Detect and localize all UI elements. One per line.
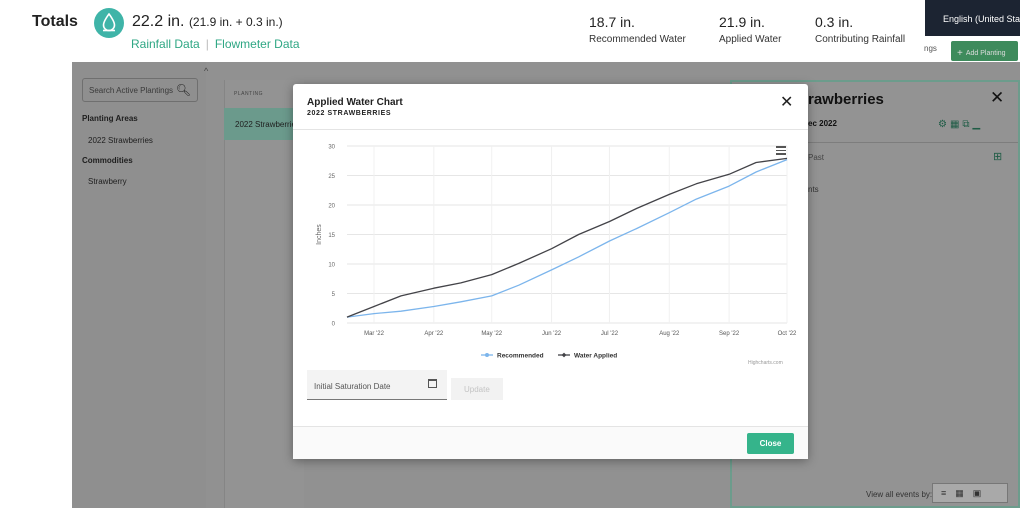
total-value: 22.2 in. xyxy=(132,13,185,30)
y-tick-label: 10 xyxy=(328,263,335,269)
modal-divider xyxy=(293,129,808,130)
total-breakdown: (21.9 in. + 0.3 in.) xyxy=(188,15,283,29)
modal-subtitle: 2022 STRAWBERRIES xyxy=(307,110,392,117)
y-tick-label: 5 xyxy=(332,292,336,298)
add-planting-label: Add Planting xyxy=(965,50,1006,57)
commodities-heading: Commodities xyxy=(82,156,133,165)
y-axis-label: Inches xyxy=(316,224,323,245)
search-plantings-input[interactable]: Search Active Plantings 🔍︎ xyxy=(82,78,198,102)
x-tick-label: Apr '22 xyxy=(424,331,443,337)
flowmeter-data-link[interactable]: Flowmeter Data xyxy=(215,37,300,51)
x-tick-label: Oct '22 xyxy=(778,331,797,337)
stat-value: 0.3 in. xyxy=(815,14,854,30)
legend-marker xyxy=(485,353,489,357)
x-tick-label: Sep '22 xyxy=(719,331,740,337)
recommended-water-stat: 18.7 in. Recommended Water xyxy=(589,14,686,45)
y-tick-label: 0 xyxy=(332,322,336,328)
stat-label: Recommended Water xyxy=(589,34,686,45)
panel-close-icon[interactable]: ✕ xyxy=(990,88,1004,108)
panel-subtitle: ec 2022 xyxy=(808,119,837,128)
x-tick-label: Aug '22 xyxy=(659,331,680,337)
panel-past-label: Past xyxy=(808,153,825,162)
chart-menu-icon[interactable] xyxy=(776,146,786,155)
legend-label: Water Applied xyxy=(574,353,617,360)
view-mode-buttons[interactable]: ≡▦▣ xyxy=(932,483,1008,503)
x-tick-label: Mar '22 xyxy=(364,331,384,337)
water-drop-icon xyxy=(94,8,124,38)
saturation-placeholder: Initial Saturation Date xyxy=(314,382,391,391)
total-water: 22.2 in. (21.9 in. + 0.3 in.) xyxy=(132,13,283,31)
rainfall-data-link[interactable]: Rainfall Data xyxy=(131,37,200,51)
planting-areas-heading: Planting Areas xyxy=(82,114,138,123)
search-placeholder: Search Active Plantings xyxy=(89,86,174,95)
totals-bar: Totals 22.2 in. (21.9 in. + 0.3 in.) Rai… xyxy=(0,0,1020,62)
add-planting-button[interactable]: + Add Planting xyxy=(951,41,1018,61)
settings-fragment: ngs xyxy=(924,44,937,53)
close-button[interactable]: Close xyxy=(747,433,794,454)
collapse-caret-icon: ^ xyxy=(204,66,209,76)
table-header-planting: PLANTING xyxy=(234,91,264,97)
initial-saturation-date-input[interactable]: Initial Saturation Date xyxy=(307,370,447,400)
x-tick-label: May '22 xyxy=(481,331,502,337)
applied-water-chart: 0 5 10 15 20 25 30 Mar '22 Apr '22 May '22 Jun '22… xyxy=(316,145,797,360)
data-links: Rainfall Data | Flowmeter Data xyxy=(131,37,300,51)
update-button[interactable]: Update xyxy=(451,378,503,400)
y-tick-label: 25 xyxy=(328,174,335,180)
stat-value: 18.7 in. xyxy=(589,14,635,30)
search-icon: 🔍︎ xyxy=(175,83,191,97)
modal-footer xyxy=(293,427,808,459)
y-tick-label: 30 xyxy=(328,145,335,151)
panel-toolbar-icons[interactable]: ⚙▦⧉▁ xyxy=(938,119,983,130)
y-tick-label: 20 xyxy=(328,204,335,210)
plantings-table xyxy=(224,80,304,508)
y-tick-label: 15 xyxy=(328,233,335,239)
language-selector[interactable]: English (United States) xyxy=(925,0,1020,36)
sidebar-item-strawberry[interactable]: Strawberry xyxy=(88,177,127,186)
calendar-add-icon[interactable]: ⊞ xyxy=(993,150,1002,163)
x-tick-label: Jul '22 xyxy=(601,331,619,337)
link-separator: | xyxy=(205,37,209,51)
plus-icon: + xyxy=(957,48,963,59)
chart-credit[interactable]: Highcharts.com xyxy=(748,360,783,366)
sidebar xyxy=(72,62,206,508)
stat-label: Applied Water xyxy=(719,34,782,45)
table-row[interactable]: 2022 Strawberries xyxy=(224,108,304,140)
applied-water-stat: 21.9 in. Applied Water xyxy=(719,14,781,45)
contributing-rainfall-stat: 0.3 in. Contributing Rainfall xyxy=(815,14,905,45)
legend-label: Recommended xyxy=(497,353,544,360)
stat-value: 21.9 in. xyxy=(719,14,765,30)
sidebar-item-2022-strawberries[interactable]: 2022 Strawberries xyxy=(88,136,153,145)
applied-water-chart-modal: Applied Water Chart 2022 STRAWBERRIES ✕ … xyxy=(293,84,808,459)
calendar-icon[interactable] xyxy=(428,379,437,388)
modal-close-icon[interactable]: ✕ xyxy=(780,92,793,112)
legend-marker xyxy=(561,352,567,358)
panel-title: rawberries xyxy=(808,91,884,108)
x-tick-label: Jun '22 xyxy=(542,331,562,337)
view-all-events-label: View all events by: xyxy=(866,490,933,499)
totals-label: Totals xyxy=(32,13,78,30)
modal-title: Applied Water Chart xyxy=(307,97,403,108)
panel-events-label: nts xyxy=(808,185,819,194)
stat-label: Contributing Rainfall xyxy=(815,34,906,45)
